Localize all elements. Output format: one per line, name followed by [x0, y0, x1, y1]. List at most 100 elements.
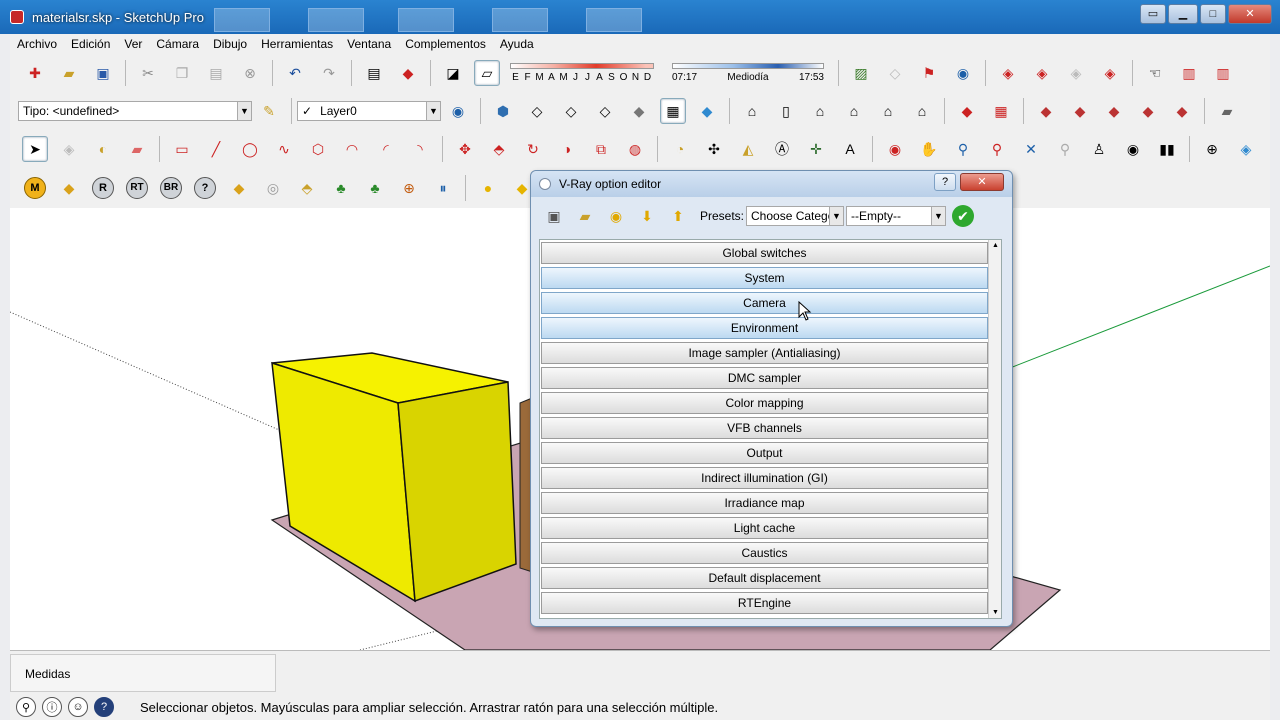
vray-license-icon[interactable]: ◆ [226, 175, 252, 201]
share-component-icon[interactable]: ◈ [1063, 60, 1089, 86]
rectangle-icon[interactable]: ▭ [169, 136, 195, 162]
rotate-icon[interactable]: ↻ [520, 136, 546, 162]
erase-icon[interactable]: ⊗ [237, 60, 263, 86]
line-pencil-icon[interactable]: ╱ [203, 136, 229, 162]
text-icon[interactable]: Ⓐ [769, 136, 795, 162]
shadow-month-slider[interactable]: E F M A M J J A S O N D [510, 63, 654, 83]
menu-edicion[interactable]: Edición [71, 37, 110, 51]
scroll-down-icon[interactable]: ▼ [992, 609, 999, 616]
menu-camara[interactable]: Cámara [156, 37, 199, 51]
rollout-indirect-illumination[interactable]: Indirect illumination (GI) [541, 467, 988, 489]
vray-help-button[interactable]: ? [192, 175, 218, 201]
vray-sphere-icon[interactable]: ◎ [260, 175, 286, 201]
rollout-default-displacement[interactable]: Default displacement [541, 567, 988, 589]
open-options-icon[interactable]: ▰ [572, 204, 598, 228]
freehand-icon[interactable]: ∿ [271, 136, 297, 162]
menu-ayuda[interactable]: Ayuda [500, 37, 534, 51]
rollout-caustics[interactable]: Caustics [541, 542, 988, 564]
geo-location-status-icon[interactable]: ⚲ [16, 697, 36, 717]
position-camera-icon[interactable]: ♙ [1086, 136, 1112, 162]
vray-dialog-close-button[interactable]: ✕ [960, 173, 1004, 191]
shaded-icon[interactable]: ▦ [660, 98, 686, 124]
menu-complementos[interactable]: Complementos [405, 37, 486, 51]
section-display-icon[interactable]: ◈ [1233, 136, 1259, 162]
menu-ventana[interactable]: Ventana [347, 37, 391, 51]
new-file-icon[interactable]: ✚ [22, 60, 48, 86]
arc-icon[interactable]: ◠ [339, 136, 365, 162]
print-icon[interactable]: ▤ [361, 60, 387, 86]
component-browser-icon[interactable]: ▥ [1210, 60, 1236, 86]
rollout-dmc-sampler[interactable]: DMC sampler [541, 367, 988, 389]
minimize-button[interactable]: ▁ [1168, 4, 1198, 24]
select-arrow-icon[interactable]: ➤ [22, 136, 48, 162]
vray-proxy-icon[interactable]: ♣ [328, 175, 354, 201]
rollout-vfb-channels[interactable]: VFB channels [541, 417, 988, 439]
menu-herramientas[interactable]: Herramientas [261, 37, 333, 51]
walk-icon[interactable]: ▮▮ [1154, 136, 1180, 162]
cut-icon[interactable]: ✂ [135, 60, 161, 86]
vray-pause-icon[interactable]: ⏸ [430, 175, 456, 201]
layer-manager-icon[interactable]: ◉ [445, 98, 471, 124]
chevron-down-icon[interactable]: ▼ [237, 102, 251, 120]
follow-me-icon[interactable]: ◑ [554, 136, 580, 162]
rollout-system[interactable]: System [541, 267, 988, 289]
globe-icon[interactable]: ◉ [950, 60, 976, 86]
pan-icon[interactable]: ✋ [916, 136, 942, 162]
vray-light-icon[interactable]: ● [475, 175, 501, 201]
open-folder-icon[interactable]: ▰ [56, 60, 82, 86]
model-info-icon[interactable]: ◆ [395, 60, 421, 86]
upload-component-icon[interactable]: ◈ [1029, 60, 1055, 86]
time-bar[interactable] [672, 63, 824, 69]
vray-plane-icon[interactable]: ⬘ [294, 175, 320, 201]
chevron-down-icon[interactable]: ▼ [426, 102, 440, 120]
textured-icon[interactable]: ◆ [694, 98, 720, 124]
vray-material-editor-button[interactable]: M [22, 175, 48, 201]
vray-render-button[interactable]: R [90, 175, 116, 201]
preset-category-select[interactable]: Choose Categor ▼ [746, 206, 845, 226]
copy-icon[interactable]: ❐ [169, 60, 195, 86]
vray-target-icon[interactable]: ⊕ [396, 175, 422, 201]
section-plane-icon[interactable]: ⊕ [1199, 136, 1225, 162]
vray-dialog-help-button[interactable]: ? [934, 173, 956, 191]
xray-icon[interactable]: ◇ [592, 98, 618, 124]
save-preset-icon[interactable]: ⬆ [665, 204, 691, 228]
fog-toggle-icon[interactable]: ▱ [474, 60, 500, 86]
close-button[interactable]: ✕ [1228, 4, 1272, 24]
zoom-icon[interactable]: ⚲ [950, 136, 976, 162]
rollout-global-switches[interactable]: Global switches [541, 242, 988, 264]
back-camera-icon[interactable]: ⌂ [875, 98, 901, 124]
vray-rt-button[interactable]: RT [124, 175, 150, 201]
geo-location-icon[interactable]: ⚑ [916, 60, 942, 86]
rollout-image-sampler[interactable]: Image sampler (Antialiasing) [541, 342, 988, 364]
add-detail-icon[interactable]: ◆ [1135, 98, 1161, 124]
top-camera-icon[interactable]: ▯ [773, 98, 799, 124]
layout-send-icon[interactable]: ▥ [1176, 60, 1202, 86]
drape-icon[interactable]: ◆ [1101, 98, 1127, 124]
zoom-window-icon[interactable]: ⚲ [984, 136, 1010, 162]
tag-edit-icon[interactable]: ✎ [256, 98, 282, 124]
rollout-light-cache[interactable]: Light cache [541, 517, 988, 539]
front-view-icon[interactable]: ◇ [558, 98, 584, 124]
map-icon[interactable]: ▨ [848, 60, 874, 86]
tag-type-combo[interactable]: Tipo: <undefined> ▼ [18, 101, 252, 121]
rollout-output[interactable]: Output [541, 442, 988, 464]
shadow-time-slider[interactable]: 07:17 Mediodía 17:53 [672, 63, 824, 83]
circle-icon[interactable]: ◯ [237, 136, 263, 162]
look-around-icon[interactable]: ◉ [1120, 136, 1146, 162]
hidden-line-icon[interactable]: ◆ [626, 98, 652, 124]
chevron-down-icon[interactable]: ▼ [931, 207, 946, 225]
user-account-icon[interactable]: ☺ [68, 697, 88, 717]
protractor-icon[interactable]: ◭ [735, 136, 761, 162]
measurements-box[interactable]: Medidas [10, 654, 276, 692]
right-camera-icon[interactable]: ⌂ [841, 98, 867, 124]
offset-icon[interactable]: ◍ [622, 136, 648, 162]
chevron-down-icon[interactable]: ▼ [829, 207, 844, 225]
tape-measure-icon[interactable]: ◔ [667, 136, 693, 162]
undo-icon[interactable]: ↶ [282, 60, 308, 86]
reset-options-icon[interactable]: ◉ [603, 204, 629, 228]
vray-list-scrollbar[interactable]: ▲ ▼ [988, 240, 1001, 618]
stamp-icon[interactable]: ◆ [1067, 98, 1093, 124]
rollout-camera[interactable]: Camera [541, 292, 988, 314]
rollout-color-mapping[interactable]: Color mapping [541, 392, 988, 414]
save-options-icon[interactable]: ▣ [541, 204, 567, 228]
